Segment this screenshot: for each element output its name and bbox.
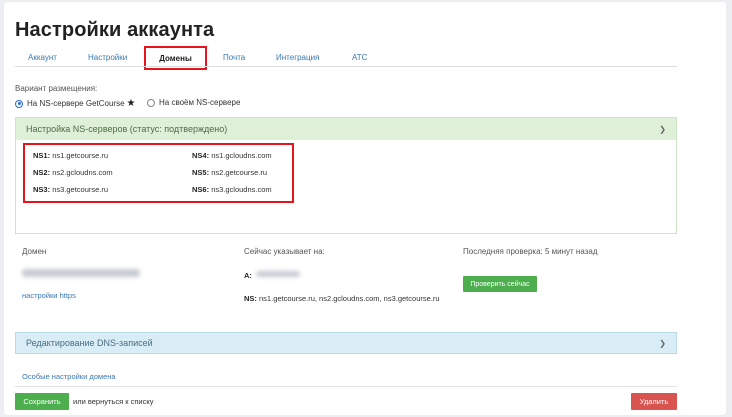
save-button[interactable]: Сохранить — [15, 393, 69, 410]
tab-mail[interactable]: Почта — [223, 53, 245, 62]
footer-divider — [15, 386, 677, 387]
radio-getcourse-ns[interactable]: На NS-сервере GetCourse ★ — [15, 98, 136, 109]
delete-button[interactable]: Удалить — [631, 393, 677, 410]
page-title: Настройки аккаунта — [15, 19, 215, 41]
https-settings-link[interactable]: настройки https — [22, 291, 76, 300]
tab-ats[interactable]: АТС — [352, 53, 367, 62]
col-domain-header: Домен — [22, 247, 47, 256]
radio-own-label: На своём NS-сервере — [159, 98, 241, 107]
ns-panel-title: Настройка NS-серверов (статус: подтвержд… — [26, 124, 228, 134]
radio-unchecked-icon[interactable] — [147, 98, 155, 107]
ns-record-label: NS: — [244, 294, 257, 303]
a-record-label: A: — [244, 271, 252, 280]
dns-panel-title: Редактирование DNS-записей — [26, 338, 153, 348]
a-record-blurred — [256, 271, 300, 277]
tabs-divider — [15, 66, 677, 67]
dns-records-panel: Редактирование DNS-записей ❯ — [15, 332, 677, 354]
tab-account[interactable]: Аккаунт — [28, 53, 57, 62]
check-now-button[interactable]: Проверить сейчас — [463, 276, 537, 292]
ns-panel-header[interactable]: Настройка NS-серверов (статус: подтвержд… — [16, 118, 676, 140]
col-points-header: Сейчас указывает на: — [244, 247, 325, 256]
chevron-down-icon[interactable]: ❯ — [659, 339, 666, 348]
dns-panel-header[interactable]: Редактирование DNS-записей ❯ — [16, 333, 676, 353]
tab-integration[interactable]: Интеграция — [276, 53, 319, 62]
ns2-entry: NS2: ns2.gcloudns.com — [33, 168, 113, 177]
chevron-down-icon[interactable]: ❯ — [659, 125, 666, 134]
ns3-entry: NS3: ns3.getcourse.ru — [33, 185, 109, 194]
ns-record-row: NS: ns1.getcourse.ru, ns2.gcloudns.com, … — [244, 294, 440, 303]
ns1-entry: NS1: ns1.getcourse.ru — [33, 151, 109, 160]
ns4-entry: NS4: ns1.gcloudns.com — [192, 151, 272, 160]
domain-name-blurred — [22, 269, 140, 277]
placement-label: Вариант размещения: — [15, 84, 98, 93]
back-to-list-link[interactable]: или вернуться к списку — [73, 397, 153, 406]
tab-settings[interactable]: Настройки — [88, 53, 127, 62]
radio-getcourse-label: На NS-сервере GetCourse — [27, 99, 125, 108]
col-check-header: Последняя проверка: 5 минут назад — [463, 247, 598, 256]
ns6-entry: NS6: ns3.gcloudns.com — [192, 185, 272, 194]
ns5-entry: NS5: ns2.getcourse.ru — [192, 168, 268, 177]
star-icon: ★ — [126, 98, 136, 109]
radio-own-ns[interactable]: На своём NS-сервере — [147, 98, 240, 107]
special-domain-settings-link[interactable]: Особые настройки домена — [22, 372, 116, 381]
ns-record-value: ns1.getcourse.ru, ns2.gcloudns.com, ns3.… — [259, 294, 440, 303]
radio-checked-icon[interactable] — [15, 99, 23, 108]
